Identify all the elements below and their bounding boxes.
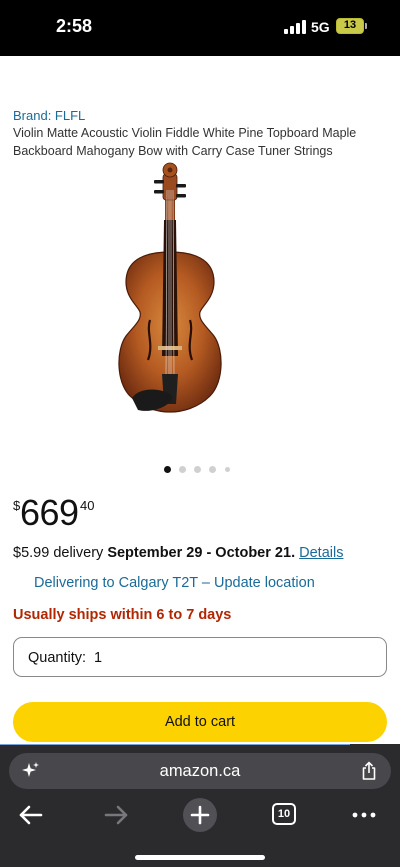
shipping-availability: Usually ships within 6 to 7 days xyxy=(13,607,232,623)
share-icon[interactable] xyxy=(359,761,379,781)
violin-image[interactable] xyxy=(110,160,230,428)
home-indicator xyxy=(135,855,265,860)
carousel-dot[interactable] xyxy=(225,467,230,472)
quantity-label: Quantity: xyxy=(28,650,87,666)
product-title: Violin Matte Acoustic Violin Fiddle Whit… xyxy=(13,126,357,158)
tabs-icon[interactable]: 10 xyxy=(272,803,296,825)
carousel-dot[interactable] xyxy=(209,466,216,473)
delivery-info: $5.99 delivery September 29 - October 21… xyxy=(13,545,343,561)
add-to-cart-button[interactable]: Add to cart xyxy=(13,702,387,742)
cellular-signal-icon xyxy=(284,20,306,34)
new-tab-plus-icon[interactable] xyxy=(183,798,217,832)
more-icon[interactable] xyxy=(346,800,382,830)
details-link[interactable]: Details xyxy=(299,545,343,561)
delivery-dates: September 29 - October 21 xyxy=(107,545,292,561)
battery-tip xyxy=(365,23,367,29)
forward-arrow-icon[interactable] xyxy=(97,800,133,830)
brand-link[interactable]: Brand: FLFL xyxy=(13,108,85,123)
quantity-select[interactable]: Quantity: 1 xyxy=(13,637,387,677)
carousel-dot-active[interactable] xyxy=(164,466,171,473)
carousel-dot[interactable] xyxy=(194,466,201,473)
status-bar: 2:58 5G 13 xyxy=(0,0,400,56)
back-arrow-icon[interactable] xyxy=(14,800,50,830)
app-screen: 2:58 5G 13 Brand: FLFL Violin Matte Acou… xyxy=(0,0,400,867)
network-type: 5G xyxy=(311,19,330,35)
delivery-cost: $5.99 delivery xyxy=(13,545,104,561)
carousel-dot[interactable] xyxy=(179,466,186,473)
delivery-separator: . xyxy=(291,545,296,561)
address-bar[interactable]: amazon.ca xyxy=(9,753,391,789)
delivery-location-link[interactable]: Delivering to Calgary T2T – Update locat… xyxy=(34,575,315,591)
price-fraction: 40 xyxy=(80,498,95,513)
url-text[interactable]: amazon.ca xyxy=(9,762,391,781)
status-time: 2:58 xyxy=(56,16,93,36)
page-load-progress xyxy=(0,744,350,745)
battery-icon: 13 xyxy=(336,18,364,34)
price-whole: 669 xyxy=(20,492,79,533)
quantity-value: 1 xyxy=(94,650,103,666)
